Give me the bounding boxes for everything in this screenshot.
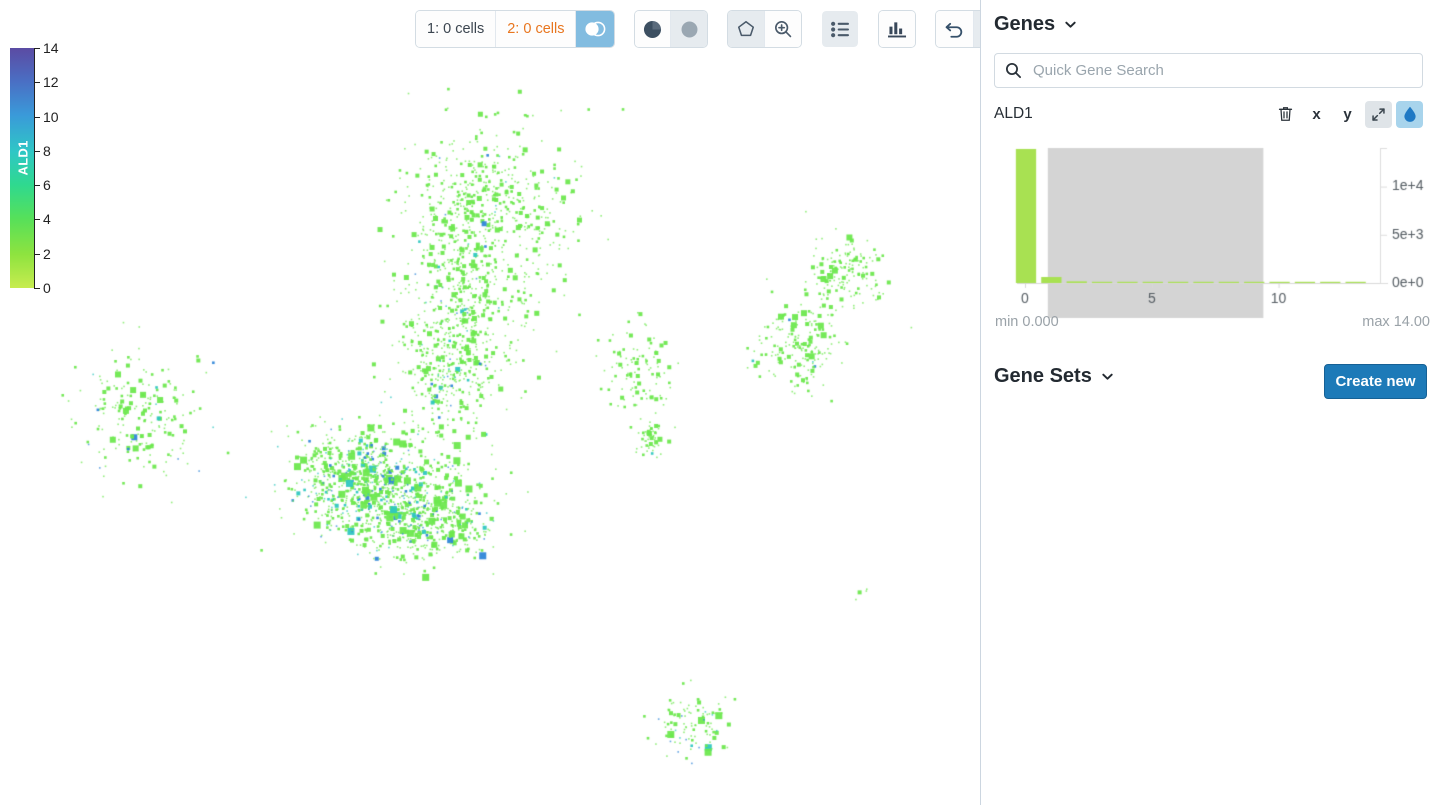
delete-gene-button[interactable] xyxy=(1272,101,1299,128)
expand-gene-button[interactable] xyxy=(1365,100,1392,128)
gene-action-buttons[interactable]: x y xyxy=(1272,100,1423,128)
colorby-gene-button[interactable] xyxy=(1396,100,1423,128)
selection-1-count: 0 cells xyxy=(443,21,485,37)
selection-2-index: 2: xyxy=(507,21,520,37)
color-legend-tick-label: 0 xyxy=(43,280,51,296)
color-legend-tick-label: 4 xyxy=(43,211,51,228)
color-legend-tick xyxy=(34,288,40,289)
undo-icon[interactable] xyxy=(936,11,975,47)
zoom-in-icon[interactable] xyxy=(765,11,802,47)
color-legend-title: ALD1 xyxy=(15,140,31,176)
app-root: ALD1 0 2 4 6 8 10 12 14 1: 0 cells 2: 0 cells xyxy=(0,0,1435,805)
color-legend-tick xyxy=(34,219,40,221)
selection-2-count: 0 cells xyxy=(523,21,565,37)
color-legend-tick-label: 10 xyxy=(43,108,59,125)
color-legend-tick xyxy=(34,185,40,187)
set-y-axis-button[interactable]: y xyxy=(1334,101,1361,128)
histogram-max-label: max 14.00 xyxy=(1362,314,1430,330)
histogram-min-label: min 0.000 xyxy=(995,314,1059,330)
color-legend-axis: 0 2 4 6 8 10 12 14 xyxy=(34,41,90,295)
selection-group[interactable]: 1: 0 cells 2: 0 cells xyxy=(416,11,615,47)
gene-search-box[interactable] xyxy=(994,53,1423,88)
selection-2-button[interactable]: 2: 0 cells xyxy=(496,11,577,47)
selection-1-button[interactable]: 1: 0 cells xyxy=(416,11,497,47)
color-legend-tick-label: 14 xyxy=(43,40,59,56)
color-legend-tick-label: 2 xyxy=(43,245,51,262)
color-legend-tick-label: 6 xyxy=(43,177,51,194)
color-legend-tick-label: 12 xyxy=(43,74,59,91)
gene-name-label: ALD1 xyxy=(994,105,1033,122)
search-icon xyxy=(1005,62,1022,79)
lasso-select-icon[interactable] xyxy=(728,11,766,47)
display-mode-group[interactable] xyxy=(635,11,708,47)
list-view-icon[interactable] xyxy=(822,11,859,47)
graph-toolbar[interactable]: 1: 0 cells 2: 0 cells xyxy=(416,11,1012,47)
right-side-panel: Genes ALD1 xyxy=(980,0,1435,805)
color-legend-tick-label: 8 xyxy=(43,142,51,159)
set-x-axis-button[interactable]: x xyxy=(1303,101,1330,128)
selection-1-index: 1: xyxy=(427,21,440,37)
chevron-down-icon[interactable] xyxy=(1064,18,1077,31)
gene-expression-histogram[interactable]: min 0.000 max 14.00 xyxy=(995,140,1435,335)
genes-section-header[interactable]: Genes xyxy=(994,13,1077,36)
gene-sets-section-title: Gene Sets xyxy=(994,365,1092,387)
color-legend-tick xyxy=(34,82,40,84)
color-legend-tick xyxy=(34,253,40,255)
chevron-down-icon[interactable] xyxy=(1101,370,1114,383)
genes-section-title: Genes xyxy=(994,13,1056,35)
scatter-canvas[interactable] xyxy=(0,0,980,805)
filled-circle-icon[interactable] xyxy=(671,11,708,47)
color-legend-tick xyxy=(34,116,40,118)
gene-list-item[interactable]: ALD1 x y xyxy=(994,99,1423,129)
color-legend-axis-line xyxy=(34,48,35,288)
create-new-gene-set-button[interactable]: Create new xyxy=(1324,364,1427,399)
gene-sets-section-header[interactable]: Gene Sets xyxy=(994,365,1114,388)
bar-chart-icon[interactable] xyxy=(879,11,916,47)
bar-chart-group[interactable] xyxy=(879,11,916,47)
color-legend-tick xyxy=(34,150,40,152)
histogram-canvas[interactable] xyxy=(995,140,1435,335)
color-legend: ALD1 0 2 4 6 8 10 12 14 xyxy=(10,41,90,295)
venn-diagram-icon[interactable] xyxy=(576,11,615,47)
embedding-scatter-plot[interactable] xyxy=(0,0,980,805)
tool-mode-group[interactable] xyxy=(728,11,802,47)
create-new-label: Create new xyxy=(1335,373,1416,390)
gene-search-input[interactable] xyxy=(1031,61,1412,80)
color-legend-tick xyxy=(34,48,40,49)
list-view-group[interactable] xyxy=(822,11,859,47)
pie-chart-icon[interactable] xyxy=(635,11,672,47)
